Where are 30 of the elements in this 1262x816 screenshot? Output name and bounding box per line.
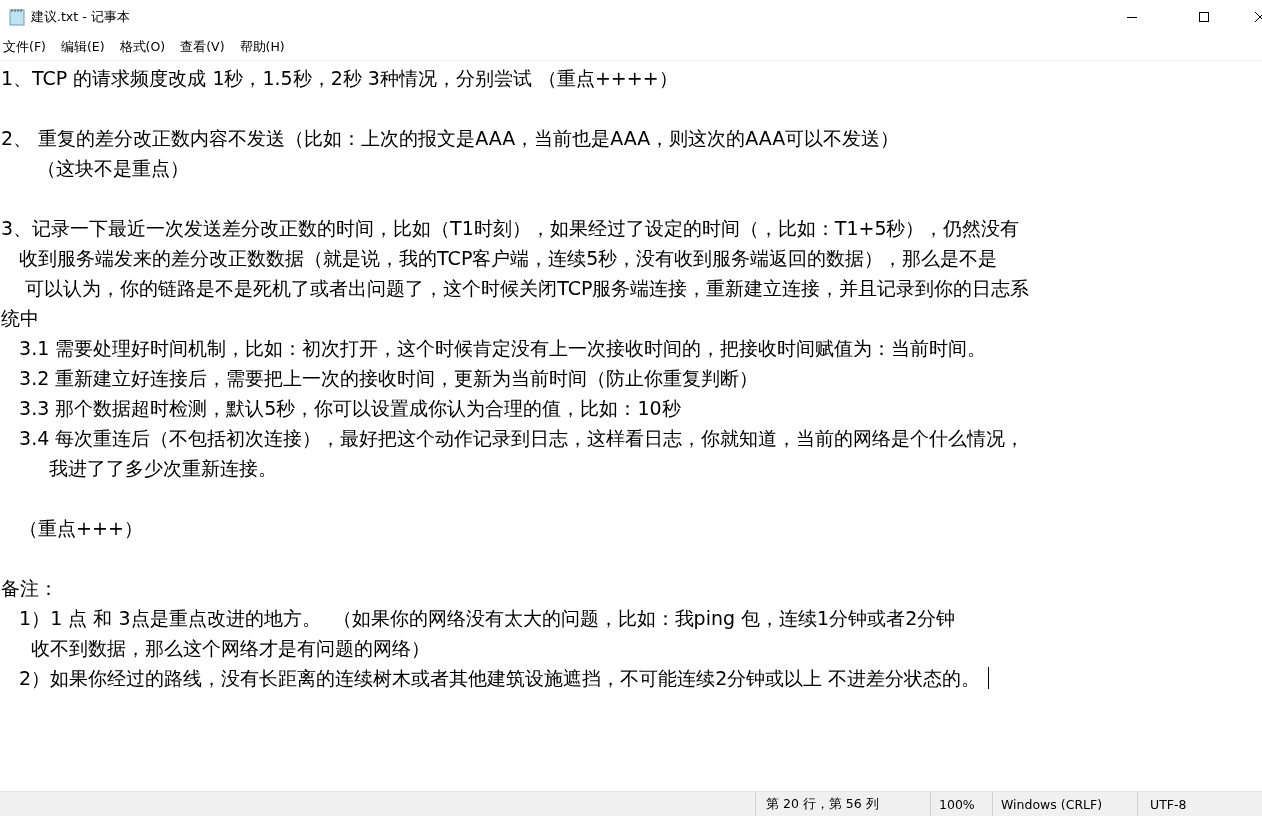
text-line: 3.4 每次重连后（不包括初次连接），最好把这个动作记录到日志，这样看日志，你就知道，当前的网络是个什么情况， (18, 426, 1025, 451)
text-line: 我进了了多少次重新连接。 (48, 456, 278, 481)
text-line: 2）如果你经过的路线，没有长距离的连续树木或者其他建筑设施遮挡，不可能连续2分钟或以上 不进差分状态的。 (18, 666, 981, 691)
status-text: 100% (930, 792, 992, 816)
status-text: UTF-8 (1137, 792, 1262, 816)
text-line: （这块不是重点） (36, 156, 190, 181)
text-line: 收到服务端发来的差分改正数数据（就是说，我的TCP客户端，连续5秒，没有收到服务端返回的数据），那么是不是 (18, 246, 998, 271)
text-line: 2、 重复的差分改正数内容不发送（比如：上次的报文是AAA，当前也是AAA，则这次的AAA可以不发送） (1, 126, 900, 151)
text-line: 备注： (1, 576, 58, 601)
maximize-icon[interactable] (1199, 12, 1209, 22)
text-line: 3、记录一下最近一次发送差分改正数的时间，比如（T1时刻），如果经过了设定的时间（，比如：T1+5秒），仍然没有 (1, 216, 1020, 241)
text-line: 1）1 点 和 3点是重点改进的地方。 （如果你的网络没有太大的问题，比如：我ping 包，连续1分钟或者2分钟 (18, 606, 956, 631)
text-line: 3.2 重新建立好连接后，需要把上一次的接收时间，更新为当前时间（防止你重复判断） (18, 366, 759, 391)
menu-item[interactable]: 帮助(H) (239, 38, 285, 56)
status-text: 第 20 行，第 56 列 (755, 792, 930, 816)
close-icon[interactable] (1255, 11, 1262, 23)
window-title: 建议.txt - 记事本 (31, 8, 131, 26)
text-line: 3.3 那个数据超时检测，默认5秒，你可以设置成你认为合理的值，比如：10秒 (18, 396, 681, 421)
status-text: Windows (CRLF) (992, 792, 1137, 816)
text-line: 3.1 需要处理好时间机制，比如：初次打开，这个时候肯定没有上一次接收时间的，把接收时间赋值为：当前时间。 (18, 336, 987, 361)
menu-item[interactable]: 查看(V) (180, 38, 225, 56)
text-line: 可以认为，你的链路是不是死机了或者出问题了，这个时候关闭TCP服务端连接，重新建立连接，并且记录到你的日志系 (24, 276, 1030, 301)
menu-item[interactable]: 格式(O) (119, 38, 166, 56)
text-line: 1、TCP 的请求频度改成 1秒，1.5秒，2秒 3种情况，分别尝试 （重点++++） (1, 66, 678, 91)
text-line: 收不到数据，那么这个网络才是有问题的网络） (30, 636, 431, 661)
menu-item[interactable]: 文件(F) (3, 38, 46, 56)
text-line: （重点+++） (18, 516, 143, 541)
menu-item[interactable]: 编辑(E) (60, 38, 105, 56)
notepad-icon (9, 8, 25, 26)
text-line: 统中 (1, 306, 39, 331)
